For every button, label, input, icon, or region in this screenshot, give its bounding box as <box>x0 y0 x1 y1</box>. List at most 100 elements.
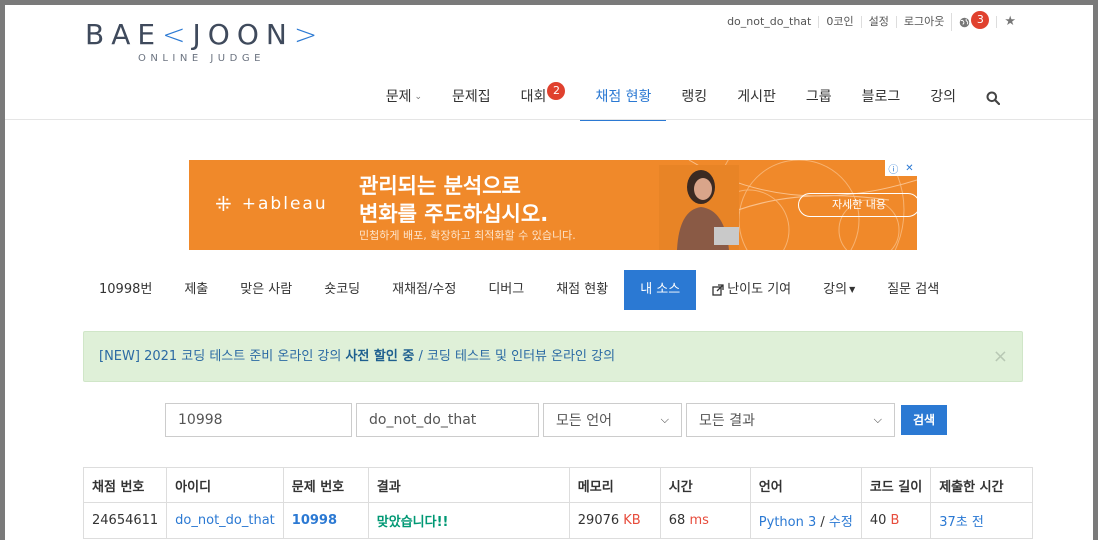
col-user-id: 아이디 <box>166 467 284 503</box>
ad-headline-line2: 변화를 주도하십시오. <box>359 202 549 226</box>
code-length-unit: B <box>890 513 900 528</box>
edit-link[interactable]: 수정 <box>829 515 853 530</box>
coins-link[interactable]: 0코인 <box>818 16 860 28</box>
promo-alert[interactable]: [NEW] 2021 코딩 테스트 준비 온라인 강의 사전 할인 중 / 코딩… <box>83 331 1023 382</box>
problem-menu-problem[interactable]: 10998번 <box>83 270 168 310</box>
logout-link[interactable]: 로그아웃 <box>895 16 951 28</box>
nav-label: 그룹 <box>805 89 832 105</box>
nav-label: 블로그 <box>861 89 901 105</box>
menu-label: 질문 검색 <box>887 282 940 297</box>
problem-menu-submit[interactable]: 제출 <box>168 270 224 310</box>
problem-menu: 10998번 제출 맞은 사람 숏코딩 재채점/수정 디버그 채점 현황 내 소… <box>83 270 955 310</box>
settings-link[interactable]: 설정 <box>860 16 896 28</box>
language-select[interactable]: 모든 언어 ⌵ <box>543 403 682 437</box>
menu-label: 10998번 <box>99 282 153 297</box>
problem-menu-status[interactable]: 채점 현황 <box>540 270 624 310</box>
nav-item-groups[interactable]: 그룹 <box>791 82 847 119</box>
search-icon <box>986 91 1000 105</box>
nav-item-problems[interactable]: 문제 ⌄ <box>371 82 437 119</box>
memory-unit: KB <box>623 513 641 528</box>
menu-label: 내 소스 <box>640 282 681 297</box>
ad-info-icon[interactable]: ⓘ <box>888 161 898 176</box>
ad-person-image <box>659 165 739 250</box>
cell-submitted-time[interactable]: 37초 전 <box>930 502 1034 539</box>
notifications-button[interactable]: 3 <box>951 11 996 31</box>
cell-user-id[interactable]: do_not_do_that <box>166 502 284 539</box>
problem-menu-debug[interactable]: 디버그 <box>472 270 540 310</box>
header-divider <box>5 119 1093 120</box>
submitted-time-link[interactable]: 37초 전 <box>939 515 984 530</box>
search-button[interactable]: 검색 <box>901 405 948 435</box>
tableau-cross-icon: ⁜ <box>215 192 234 216</box>
menu-label: 제출 <box>184 282 209 297</box>
col-code-length: 코드 길이 <box>860 467 932 503</box>
nav-label: 문제집 <box>452 89 491 105</box>
site-logo[interactable]: BAE < JOON > ONLINE JUDGE <box>85 18 324 65</box>
ad-banner[interactable]: ⁜ +ableau 관리되는 분석으로 변화를 주도하십시오. 민첩하게 배포,… <box>189 160 917 250</box>
problem-menu-rejudge[interactable]: 재채점/수정 <box>376 270 472 310</box>
star-icon: ★ <box>1004 14 1016 29</box>
language-source-link[interactable]: Python 3 <box>759 515 816 530</box>
caret-down-icon: ▼ <box>849 285 856 294</box>
result-accepted: 맞았습니다!! <box>376 515 449 530</box>
col-memory: 메모리 <box>568 467 661 503</box>
favorites-button[interactable]: ★ <box>996 14 1023 29</box>
table-header-row: 채점 번호 아이디 문제 번호 결과 메모리 시간 언어 코드 길이 제출한 시… <box>82 467 1034 503</box>
cell-time: 68 ms <box>659 502 751 539</box>
ad-subtext: 민첩하게 배포, 확장하고 최적화할 수 있습니다. <box>359 229 576 242</box>
user-id-input[interactable]: do_not_do_that <box>356 403 539 437</box>
logo-bracket-left: < <box>162 18 193 51</box>
close-icon[interactable]: × <box>993 332 1008 381</box>
ad-brand-text: +ableau <box>241 194 328 214</box>
nav-item-ranking[interactable]: 랭킹 <box>666 82 722 119</box>
ad-brand-logo: ⁜ +ableau <box>215 192 328 216</box>
menu-label: 재채점/수정 <box>392 282 457 297</box>
nav-item-workbooks[interactable]: 문제집 <box>437 82 506 119</box>
menu-label: 강의 <box>823 282 848 297</box>
problem-menu-solvers[interactable]: 맞은 사람 <box>224 270 308 310</box>
result-select-value: 모든 결과 <box>699 413 755 429</box>
time-value: 68 <box>668 513 686 528</box>
external-link-icon <box>712 284 724 296</box>
ad-close-icon[interactable]: ✕ <box>905 163 913 174</box>
problem-link[interactable]: 10998 <box>292 513 337 528</box>
logo-text-left: BAE <box>85 18 163 51</box>
ad-cta-button[interactable]: 자세한 내용 <box>798 193 917 217</box>
status-table: 채점 번호 아이디 문제 번호 결과 메모리 시간 언어 코드 길이 제출한 시… <box>82 467 1034 539</box>
nav-label: 채점 현황 <box>595 89 652 105</box>
nav-label: 대회 <box>520 89 547 105</box>
table-row: 24654611 do_not_do_that 10998 맞았습니다!! 29… <box>82 502 1034 539</box>
nav-item-blog[interactable]: 블로그 <box>847 82 916 119</box>
username-link[interactable]: do_not_do_that <box>720 16 818 28</box>
ad-choices[interactable]: ⓘ ✕ <box>885 160 917 176</box>
menu-label: 난이도 기여 <box>727 282 792 297</box>
result-select[interactable]: 모든 결과 ⌵ <box>686 403 895 437</box>
notification-count-badge: 3 <box>971 11 990 29</box>
language-select-value: 모든 언어 <box>556 413 612 429</box>
nav-label: 강의 <box>930 89 956 105</box>
col-result: 결과 <box>367 467 570 503</box>
problem-menu-question-search[interactable]: 질문 검색 <box>871 270 955 310</box>
problem-menu-difficulty[interactable]: 난이도 기여 <box>696 270 807 310</box>
problem-id-input[interactable]: 10998 <box>165 403 352 437</box>
nav-item-board[interactable]: 게시판 <box>722 82 791 119</box>
nav-search-button[interactable] <box>971 82 1015 119</box>
nav-item-contests[interactable]: 대회 2 <box>506 82 581 119</box>
problem-menu-my-source[interactable]: 내 소스 <box>624 270 697 310</box>
col-problem-id: 문제 번호 <box>282 467 369 503</box>
cell-problem-id[interactable]: 10998 <box>282 502 369 539</box>
menu-label: 디버그 <box>488 282 525 297</box>
nav-item-lectures[interactable]: 강의 <box>915 82 971 119</box>
alert-text-prefix: [NEW] 2021 코딩 테스트 준비 온라인 강의 <box>99 349 346 364</box>
nav-item-status[interactable]: 채점 현황 <box>580 82 667 121</box>
col-submitted-time: 제출한 시간 <box>930 467 1034 503</box>
main-nav: 문제 ⌄ 문제집 대회 2 채점 현황 랭킹 게시판 그룹 블로그 강의 <box>371 82 1015 121</box>
chevron-down-icon: ⌵ <box>873 413 882 426</box>
menu-label: 숏코딩 <box>324 282 361 297</box>
chevron-down-icon: ⌄ <box>414 92 423 102</box>
globe-icon <box>960 17 970 27</box>
user-link[interactable]: do_not_do_that <box>175 513 275 528</box>
problem-menu-lectures[interactable]: 강의 ▼ <box>807 270 871 310</box>
logo-subtitle: ONLINE JUDGE <box>138 53 265 64</box>
problem-menu-short-coding[interactable]: 숏코딩 <box>308 270 376 310</box>
